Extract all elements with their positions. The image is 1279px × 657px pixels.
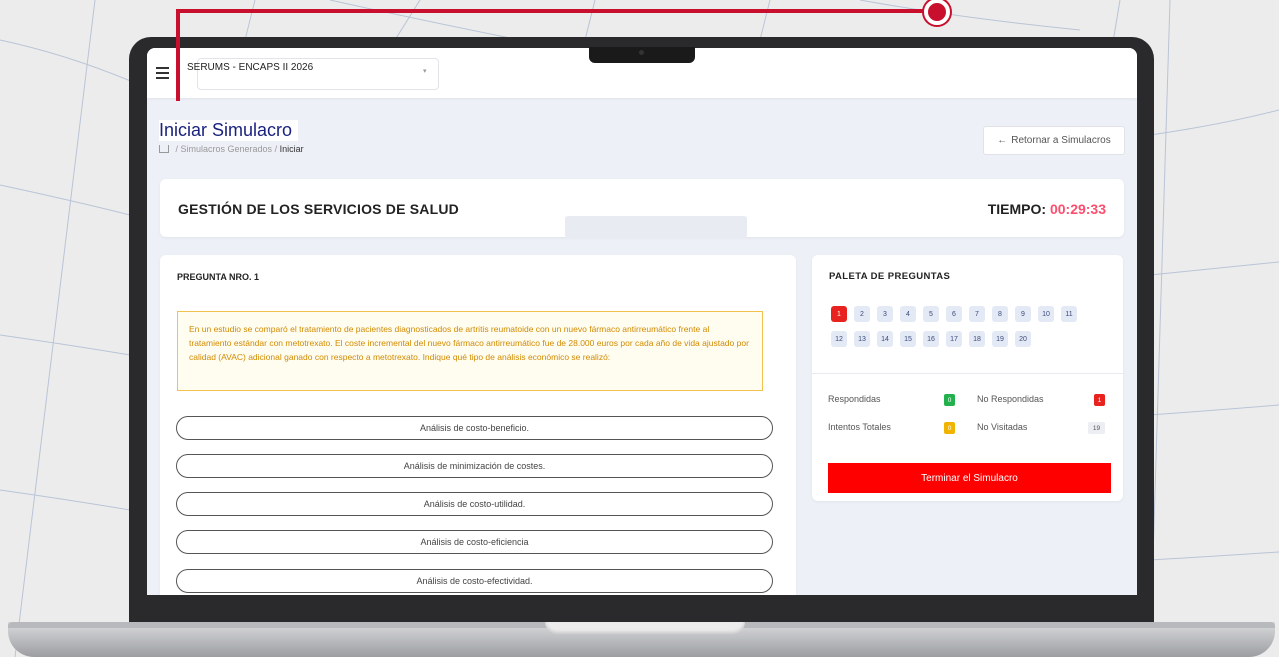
answered-count-badge: 0 [944, 394, 955, 406]
answer-option[interactable]: Análisis de costo-beneficio. [176, 416, 773, 440]
attempts-label: Intentos Totales [828, 422, 891, 432]
faded-overlay-field [565, 216, 747, 238]
answer-option[interactable]: Análisis de costo-utilidad. [176, 492, 773, 516]
timer: TIEMPO: 00:29:33 [988, 201, 1106, 217]
question-palette-button[interactable]: 13 [854, 331, 870, 347]
answer-option[interactable]: Análisis de minimización de costes. [176, 454, 773, 478]
question-palette-button[interactable]: 14 [877, 331, 893, 347]
section-title: GESTIÓN DE LOS SERVICIOS DE SALUD [178, 201, 459, 217]
breadcrumb-simulacros[interactable]: Simulacros Generados [181, 144, 273, 154]
finish-simulation-button[interactable]: Terminar el Simulacro [828, 463, 1111, 493]
question-palette-button[interactable]: 19 [992, 331, 1008, 347]
question-number: PREGUNTA NRO. 1 [177, 272, 260, 282]
chevron-down-icon: ▾ [423, 68, 427, 75]
question-text: En un estudio se comparó el tratamiento … [177, 311, 763, 391]
question-palette-button[interactable]: 7 [969, 306, 985, 322]
breadcrumb-current: Iniciar [279, 144, 304, 154]
course-select-value: SERUMS - ENCAPS II 2026 [187, 62, 314, 73]
answer-option[interactable]: Análisis de costo-eficiencia [176, 530, 773, 554]
question-palette-button[interactable]: 4 [900, 306, 916, 322]
arrow-left-icon: ← [997, 135, 1008, 146]
question-palette-button[interactable]: 3 [877, 306, 893, 322]
breadcrumb: / Simulacros Generados / Iniciar [159, 144, 304, 154]
question-palette-button[interactable]: 16 [923, 331, 939, 347]
hamburger-menu-icon[interactable] [156, 67, 169, 79]
back-to-simulations-button[interactable]: ← Retornar a Simulacros [983, 126, 1125, 155]
camera-notch [589, 47, 695, 63]
camera-icon [639, 50, 644, 55]
unanswered-label: No Respondidas [977, 394, 1044, 404]
home-icon[interactable] [159, 145, 169, 153]
attempts-count-badge: 0 [944, 422, 955, 434]
answer-option[interactable]: Análisis de costo-efectividad. [176, 569, 773, 593]
unvisited-count-badge: 19 [1088, 422, 1105, 434]
question-palette-button[interactable]: 15 [900, 331, 916, 347]
timer-value: 00:29:33 [1049, 201, 1106, 217]
page-title: Iniciar Simulacro [159, 120, 299, 141]
question-palette-button[interactable]: 12 [831, 331, 847, 347]
timer-label: TIEMPO: [987, 201, 1047, 217]
unanswered-count-badge: 1 [1094, 394, 1105, 406]
question-palette-button[interactable]: 11 [1061, 306, 1077, 322]
question-palette-button[interactable]: 2 [854, 306, 870, 322]
back-button-label: Retornar a Simulacros [1011, 135, 1111, 146]
question-palette-card: PALETA DE PREGUNTAS 1 2 3 4 5 6 7 8 9 10 11 12 13 14 1… [812, 255, 1123, 501]
question-palette-button[interactable]: 18 [969, 331, 985, 347]
unvisited-label: No Visitadas [977, 422, 1028, 432]
question-palette-button[interactable]: 17 [946, 331, 962, 347]
question-palette-button[interactable]: 10 [1038, 306, 1054, 322]
app-screen: SERUMS - ENCAPS II 2026 ▾ Iniciar Simula… [147, 48, 1137, 595]
question-palette-button[interactable]: 9 [1015, 306, 1031, 322]
question-palette-button[interactable]: 6 [946, 306, 962, 322]
annotation-pointer-horizontal [176, 9, 931, 13]
palette-title: PALETA DE PREGUNTAS [829, 271, 951, 282]
question-palette-button[interactable]: 20 [1015, 331, 1031, 347]
question-palette-button[interactable]: 1 [831, 306, 847, 322]
palette-divider [812, 373, 1123, 374]
question-palette-button[interactable]: 8 [992, 306, 1008, 322]
annotation-pointer-dot [924, 0, 950, 25]
laptop-hinge-notch [545, 622, 745, 634]
laptop-base [8, 622, 1275, 657]
annotation-pointer-vertical [176, 9, 180, 101]
answered-label: Respondidas [828, 394, 881, 404]
question-palette-button[interactable]: 5 [923, 306, 939, 322]
